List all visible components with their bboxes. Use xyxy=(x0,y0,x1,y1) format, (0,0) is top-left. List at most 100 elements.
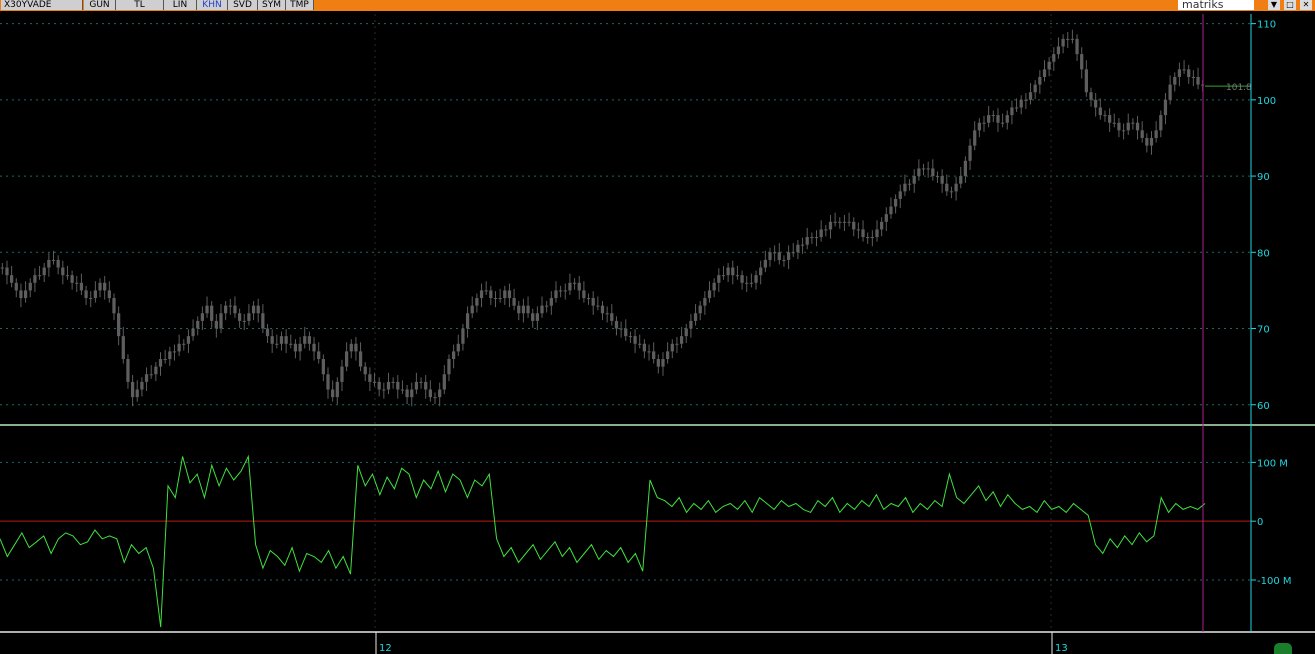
candle-body xyxy=(84,290,88,299)
last-price-label: 101.8 xyxy=(1226,83,1252,93)
candle-body xyxy=(670,343,674,352)
indicator-tick-label: 0 xyxy=(1257,517,1263,528)
candle-body xyxy=(168,351,172,360)
candle-body xyxy=(237,313,242,321)
candle-body xyxy=(968,145,972,161)
chart-area: 110 100 90 80 70 60 101.8 100 M 0 -100 M 12 13 xyxy=(0,14,1315,654)
candle-body xyxy=(959,176,963,184)
candle-body xyxy=(847,221,851,223)
candle-body xyxy=(103,282,107,291)
price-tick-label: 100 xyxy=(1257,96,1276,107)
candle-body xyxy=(1038,76,1042,85)
candle-body xyxy=(1061,38,1065,47)
candle-body xyxy=(558,290,563,292)
candle-body xyxy=(517,305,521,314)
candle-body xyxy=(647,351,651,353)
candle-body xyxy=(633,336,637,344)
candle-body xyxy=(880,221,884,230)
candle-body xyxy=(507,290,512,299)
candle-body xyxy=(391,381,395,383)
candle-body xyxy=(335,381,339,398)
candle-body xyxy=(321,359,325,375)
candle-body xyxy=(777,252,781,260)
candle-body xyxy=(344,351,349,367)
candle-body xyxy=(931,168,935,177)
candle-body xyxy=(210,305,214,321)
candle-body xyxy=(600,305,605,314)
candle-body xyxy=(1145,137,1149,146)
candle-body xyxy=(987,115,991,123)
candle-body xyxy=(438,389,442,398)
candle-body xyxy=(470,305,474,314)
candle-body xyxy=(10,275,14,283)
candle-body xyxy=(75,282,79,284)
candle-body xyxy=(568,282,572,291)
candle-body xyxy=(498,298,502,300)
candle-body xyxy=(921,168,926,170)
candle-body xyxy=(163,359,167,361)
candle-body xyxy=(135,389,139,398)
candle-body xyxy=(763,259,767,268)
candle-body xyxy=(493,298,498,300)
candle-body xyxy=(191,328,195,337)
candle-body xyxy=(270,336,274,344)
price-tick-label: 90 xyxy=(1257,172,1270,183)
candle-body xyxy=(256,305,260,314)
candle-body xyxy=(861,229,865,238)
candle-body xyxy=(1191,76,1195,78)
candle-body xyxy=(410,389,414,398)
candle-body xyxy=(1168,84,1172,100)
candle-body xyxy=(1149,137,1154,146)
candle-body xyxy=(1075,38,1079,55)
candle-body xyxy=(205,305,209,314)
candle-body xyxy=(819,229,823,238)
candle-body xyxy=(786,252,791,260)
candle-body xyxy=(889,206,893,215)
candle-body xyxy=(228,305,232,307)
candle-body xyxy=(312,343,316,352)
candle-body xyxy=(293,343,298,352)
candle-body xyxy=(37,275,42,277)
refresh-icon[interactable] xyxy=(1274,643,1292,654)
candle-body xyxy=(749,282,754,284)
candle-body xyxy=(117,313,121,337)
candle-body xyxy=(796,244,800,253)
candle-body xyxy=(605,313,609,315)
candle-body xyxy=(782,259,786,261)
candle-body xyxy=(740,275,744,283)
candle-body xyxy=(768,252,772,260)
price-axis: 110 100 90 80 70 60 101.8 xyxy=(1205,20,1276,412)
candle-body xyxy=(684,328,688,337)
candle-body xyxy=(638,343,642,345)
candle-body xyxy=(1010,107,1014,116)
candle-body xyxy=(745,282,749,284)
candle-body xyxy=(279,336,284,344)
candle-body xyxy=(1019,99,1023,108)
candle-body xyxy=(424,381,428,390)
candle-body xyxy=(521,305,526,314)
candle-body xyxy=(586,298,591,300)
candle-body xyxy=(1066,38,1070,40)
candle-body xyxy=(1094,99,1098,108)
candle-body xyxy=(679,336,684,344)
candle-body xyxy=(70,275,74,283)
candle-body xyxy=(354,343,358,352)
candle-body xyxy=(814,237,819,239)
candle-body xyxy=(1080,54,1084,70)
candle-body xyxy=(591,298,595,306)
candle-body xyxy=(963,160,968,177)
indicator-tick-label: 100 M xyxy=(1257,458,1288,469)
candle-body xyxy=(596,305,600,307)
candle-body xyxy=(800,244,805,246)
candle-body xyxy=(154,366,158,375)
candle-body xyxy=(842,221,847,223)
candle-body xyxy=(405,389,409,398)
candle-body xyxy=(884,214,888,222)
candle-body xyxy=(28,282,32,291)
candle-body xyxy=(121,336,125,360)
candle-body xyxy=(400,389,405,391)
price-tick-label: 60 xyxy=(1257,401,1270,412)
candle-body xyxy=(1163,99,1168,116)
candle-body xyxy=(828,221,833,230)
candle-body xyxy=(1182,69,1186,71)
